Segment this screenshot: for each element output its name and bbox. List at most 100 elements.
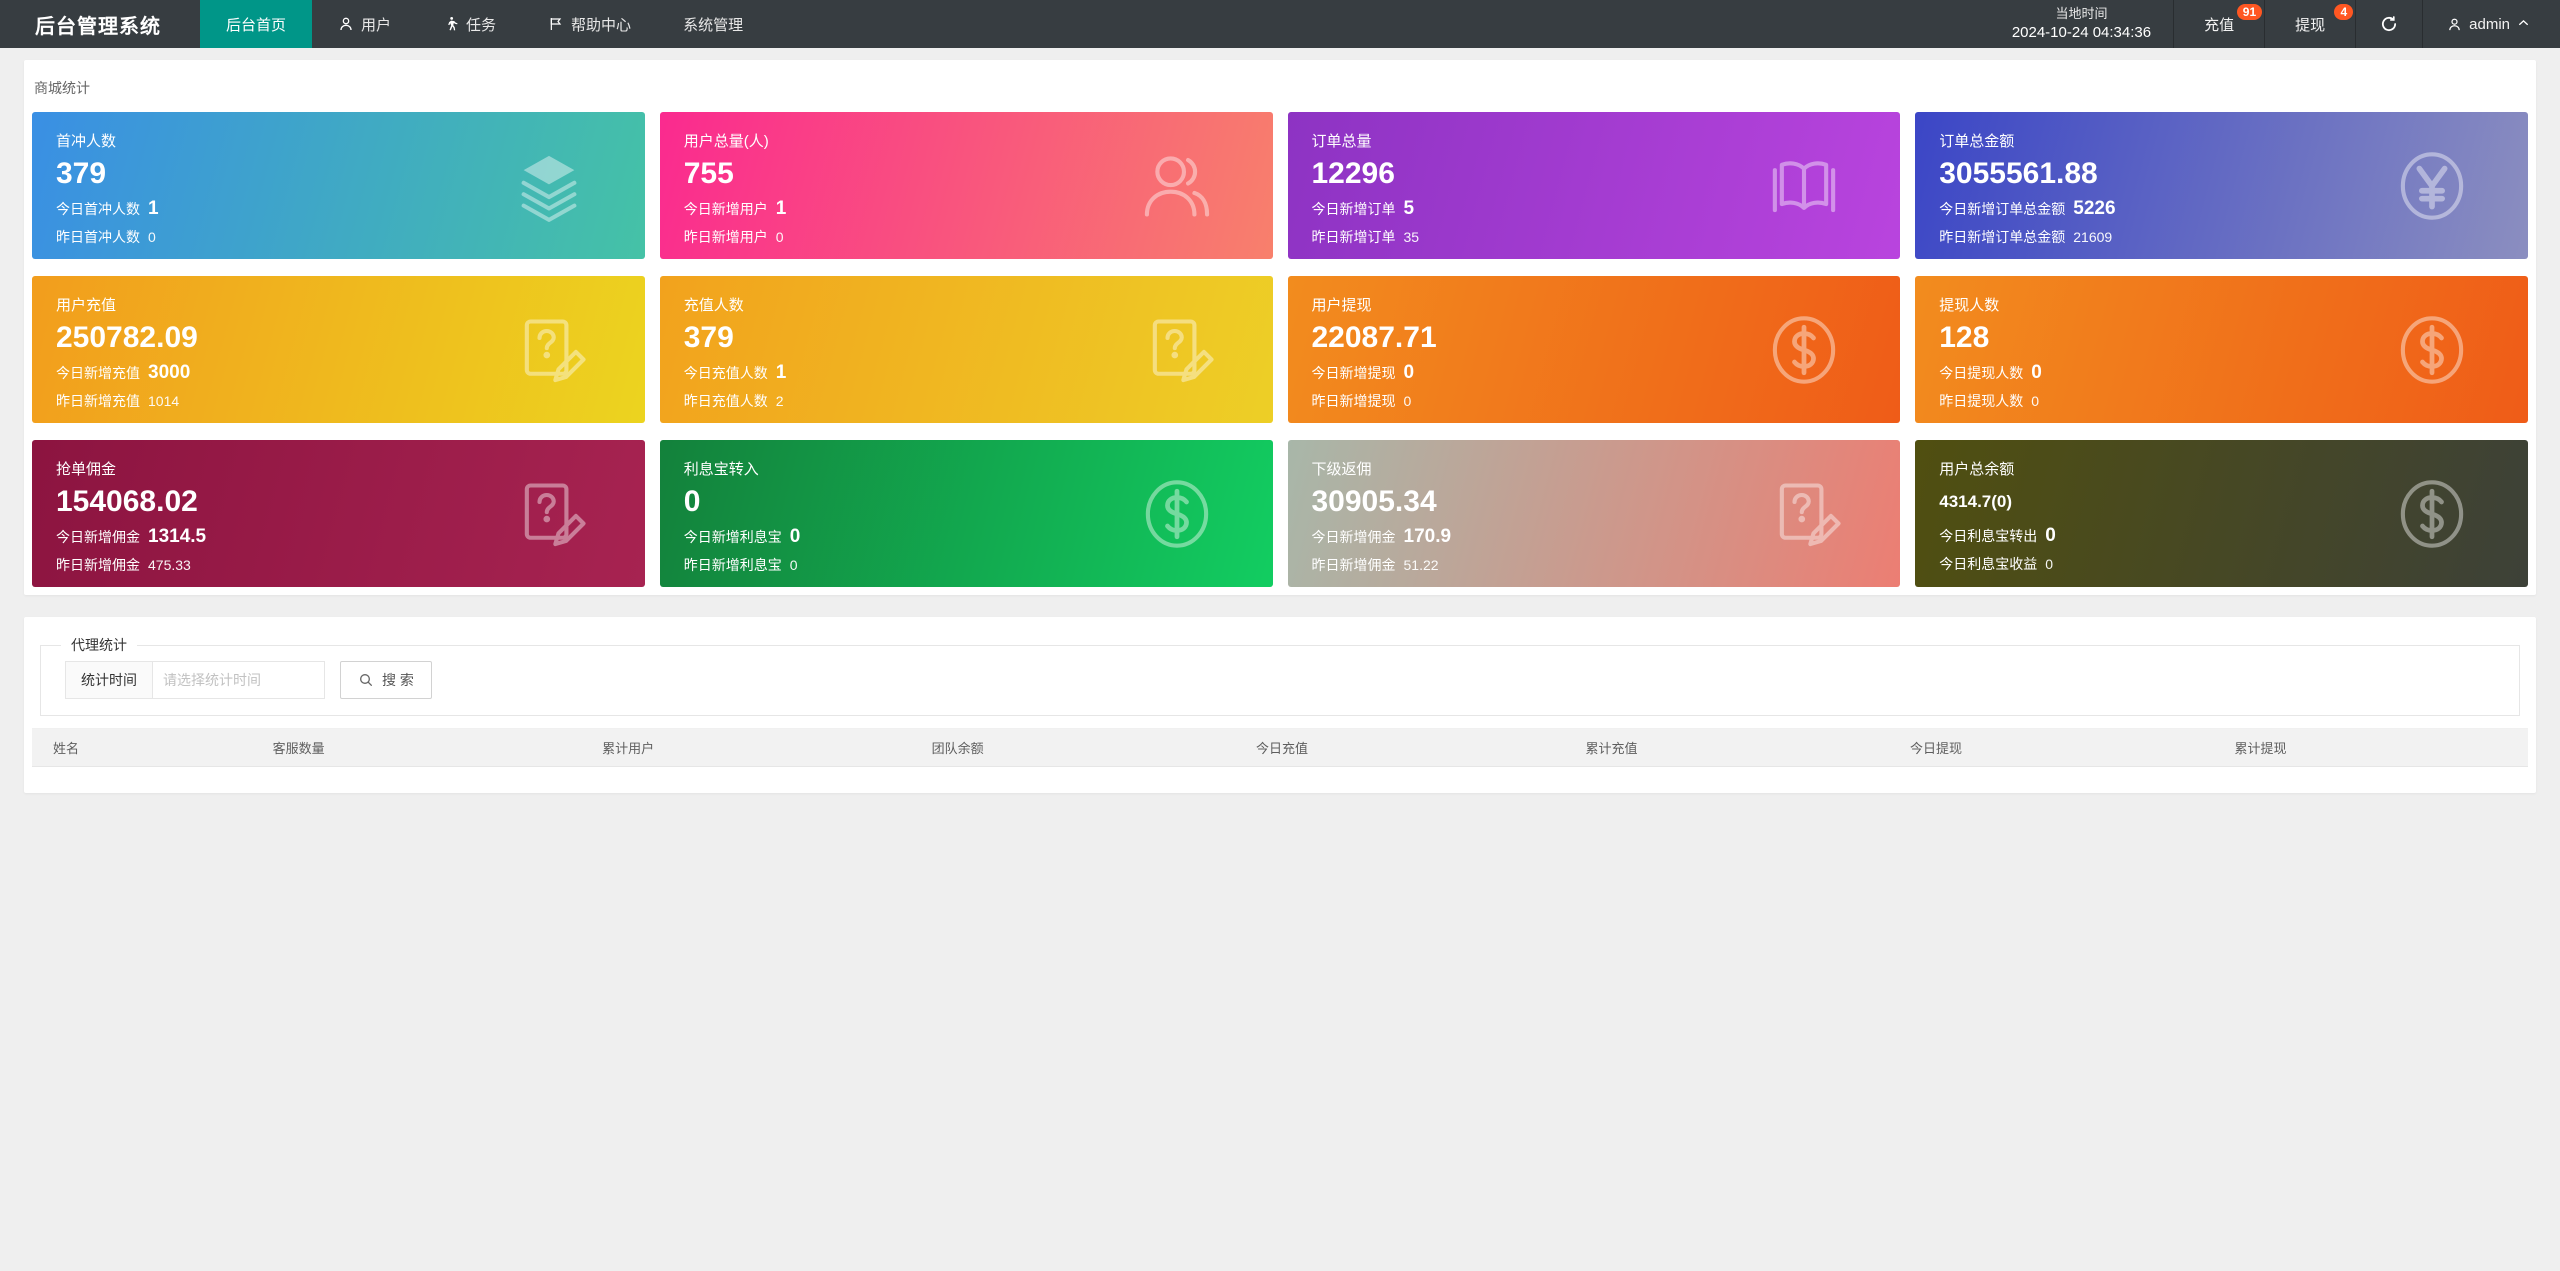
table-column-header: 团队余额 — [910, 728, 1236, 767]
stat-yesterday-value: 2 — [775, 392, 784, 409]
stat-yesterday-label: 昨日新增利息宝 — [683, 556, 782, 573]
recharge-label: 充值 — [2204, 16, 2235, 34]
stat-yesterday-label: 昨日首冲人数 — [56, 228, 140, 245]
stat-today-label: 今日充值人数 — [683, 364, 768, 381]
stat-yesterday-label: 昨日新增充值 — [56, 392, 140, 409]
nav-item[interactable]: 任务 — [417, 0, 522, 48]
search-button[interactable]: 搜 索 — [340, 661, 432, 699]
stat-today-label: 今日新增利息宝 — [683, 528, 782, 545]
dollar-circle-icon — [2394, 476, 2470, 552]
stat-card: 订单总金额 3055561.88 今日新增订单总金额 5226 昨日新增订单总金… — [1915, 112, 2528, 259]
stat-card: 下级返佣 30905.34 今日新增佣金 170.9 昨日新增佣金 51.22 — [1287, 440, 1901, 587]
table-column-header: 今日充值 — [1235, 728, 1565, 767]
nav-item[interactable]: 用户 — [312, 0, 417, 48]
nav-item[interactable]: 帮助中心 — [522, 0, 657, 48]
nav-item[interactable]: 后台首页 — [200, 0, 313, 48]
stat-today-label: 今日新增佣金 — [1311, 528, 1396, 545]
stat-yesterday-value: 0 — [2031, 392, 2040, 409]
agent-stats-title: 代理统计 — [71, 637, 127, 653]
local-time: 当地时间 2024-10-24 04:34:36 — [1990, 0, 2173, 48]
agent-stats-panel: 代理统计 统计时间 搜 索 姓名客服数量累计用户团队余额今日充值累计充值今日提现… — [24, 617, 2536, 793]
stat-card: 订单总量 12296 今日新增订单 5 昨日新增订单 35 — [1287, 112, 1901, 259]
main-menu: 后台首页 用户 任务 帮助中心 系统管理 — [200, 0, 769, 48]
stat-card: 用户总余额 4314.7(0) 今日利息宝转出 0 今日利息宝收益 0 — [1915, 440, 2528, 587]
recharge-button[interactable]: 充值 91 — [2174, 0, 2264, 48]
stat-card: 抢单佣金 154068.02 今日新增佣金 1314.5 昨日新增佣金 475.… — [32, 440, 645, 587]
stat-yesterday-label: 昨日新增用户 — [683, 228, 768, 245]
dollar-circle-icon — [2394, 312, 2470, 388]
table-column-header: 累计充值 — [1564, 728, 1889, 767]
navbar-spacer — [769, 0, 1990, 48]
stat-yesterday-label: 昨日新增佣金 — [1311, 556, 1396, 573]
table-column-header: 姓名 — [32, 728, 252, 767]
stat-time-group: 统计时间 — [65, 661, 325, 699]
table-column-header: 累计用户 — [581, 728, 911, 767]
stat-card: 用户提现 22087.71 今日新增提现 0 昨日新增提现 0 — [1287, 276, 1901, 423]
user-name: admin — [2469, 15, 2510, 33]
stat-card: 充值人数 379 今日充值人数 1 昨日充值人数 2 — [659, 276, 1273, 423]
agent-table: 姓名 客服数量 累计用户 团队余额 今日充值 累计充值 今日提现 累计提现 — [32, 728, 2528, 767]
stat-today-value: 5 — [1403, 197, 1415, 219]
stat-yesterday-label: 昨日新增订单 — [1311, 228, 1396, 245]
withdraw-label: 提现 — [2295, 16, 2326, 34]
stat-today-label: 今日新增充值 — [56, 364, 140, 381]
stat-today-label: 今日新增订单总金额 — [1939, 200, 2066, 217]
stat-yesterday-value: 0 — [2045, 555, 2054, 572]
nav-item[interactable]: 系统管理 — [657, 0, 769, 48]
stat-today-label: 今日新增订单 — [1311, 200, 1396, 217]
edit-document-icon — [511, 476, 587, 552]
stat-today-value: 0 — [2045, 524, 2056, 546]
stat-yesterday-label: 昨日新增佣金 — [56, 556, 140, 573]
stat-card: 首冲人数 379 今日首冲人数 1 昨日首冲人数 0 — [32, 112, 645, 259]
app-brand: 后台管理系统 — [35, 15, 161, 38]
agent-stats-fieldset: 代理统计 统计时间 搜 索 — [40, 635, 2520, 716]
stat-today-value: 170.9 — [1403, 525, 1452, 547]
stat-yesterday-value: 475.33 — [148, 556, 191, 573]
stat-today-value: 3000 — [148, 361, 191, 383]
stat-yesterday-value: 0 — [789, 556, 798, 573]
stat-yesterday-label: 昨日充值人数 — [683, 392, 768, 409]
mall-stats-title: 商城统计 — [34, 80, 90, 96]
open-book-icon — [1766, 148, 1842, 224]
local-time-label: 当地时间 — [2055, 6, 2108, 22]
search-button-label: 搜 索 — [382, 672, 414, 688]
edit-document-icon — [511, 312, 587, 388]
user-icon — [2449, 18, 2460, 30]
users-icon — [1139, 148, 1215, 224]
stat-card: 利息宝转入 0 今日新增利息宝 0 昨日新增利息宝 0 — [659, 440, 1273, 587]
stat-today-value: 0 — [789, 525, 801, 547]
dollar-circle-icon — [1766, 312, 1842, 388]
walking-person-icon — [443, 16, 459, 32]
withdraw-button[interactable]: 提现 4 — [2265, 0, 2355, 48]
edit-document-icon — [1139, 312, 1215, 388]
stat-today-value: 5226 — [2073, 197, 2116, 219]
stat-today-label: 今日利息宝转出 — [1939, 527, 2038, 544]
local-time-value: 2024-10-24 04:34:36 — [2011, 23, 2152, 41]
table-column-header: 客服数量 — [251, 728, 582, 767]
stat-yesterday-label: 昨日新增订单总金额 — [1939, 228, 2066, 245]
edit-document-icon — [1766, 476, 1842, 552]
stat-today-label: 今日新增提现 — [1311, 364, 1396, 381]
stat-today-label: 今日首冲人数 — [56, 200, 140, 217]
stat-time-input[interactable] — [153, 661, 325, 699]
layers-icon — [511, 148, 587, 224]
stat-yesterday-label: 昨日提现人数 — [1939, 392, 2024, 409]
refresh-icon[interactable] — [2356, 0, 2422, 48]
stat-today-label: 今日新增佣金 — [56, 528, 140, 545]
stat-today-value: 0 — [1403, 361, 1415, 383]
stat-today-value: 1 — [148, 197, 159, 219]
stat-card: 提现人数 128 今日提现人数 0 昨日提现人数 0 — [1915, 276, 2528, 423]
stat-yesterday-value: 0 — [148, 228, 156, 245]
navbar-right: 当地时间 2024-10-24 04:34:36 充值 91 提现 4 admi — [1990, 0, 2560, 48]
user-menu[interactable]: admin — [2423, 0, 2560, 48]
stat-yesterday-value: 35 — [1403, 228, 1420, 245]
search-icon — [360, 674, 372, 686]
stat-today-value: 1 — [775, 361, 787, 383]
mall-stats-panel: 商城统计 首冲人数 379 今日首冲人数 1 昨日首冲人数 0 用户总量(人) … — [24, 60, 2536, 595]
stat-today-value: 1314.5 — [148, 525, 207, 547]
table-header-row: 姓名 客服数量 累计用户 团队余额 今日充值 累计充值 今日提现 累计提现 — [32, 728, 2528, 767]
stat-today-label: 今日提现人数 — [1939, 364, 2024, 381]
stat-yesterday-value: 1014 — [148, 392, 180, 409]
dollar-circle-icon — [1139, 476, 1215, 552]
withdraw-badge: 4 — [2334, 4, 2354, 20]
